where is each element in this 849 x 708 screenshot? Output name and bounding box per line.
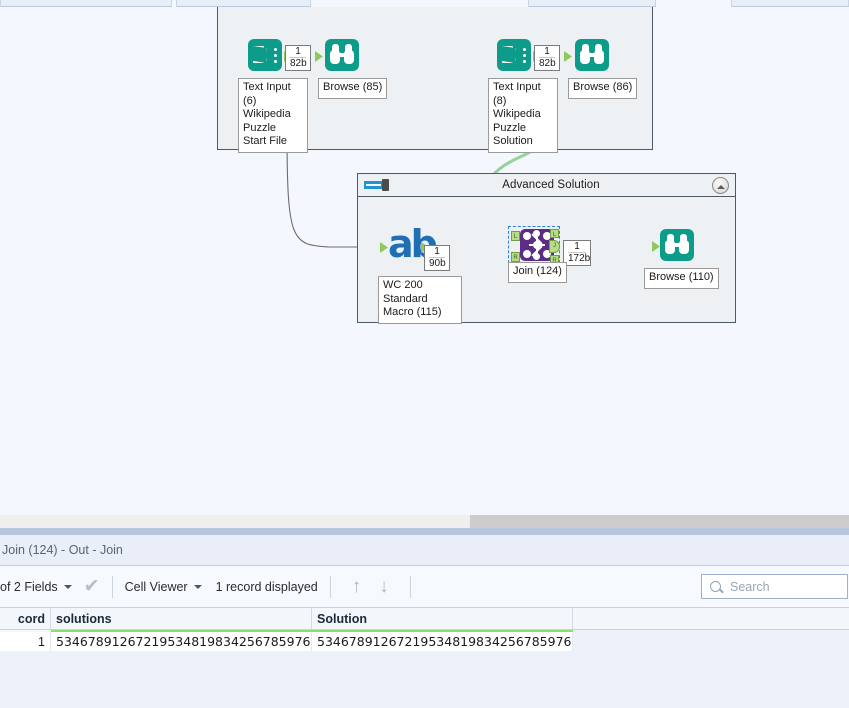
container-icon xyxy=(364,179,390,191)
record-size: 82b xyxy=(539,58,556,69)
tab-stub-1[interactable] xyxy=(0,0,172,7)
table-row[interactable]: 1 53467891267219534819834256785976142342… xyxy=(0,632,849,651)
collapse-chevron-up-icon[interactable] xyxy=(712,176,729,194)
browse-icon xyxy=(575,39,611,73)
node-browse-110[interactable] xyxy=(660,229,696,263)
results-title-text: Join (124) - Out - Join xyxy=(2,543,123,557)
text-input-icon xyxy=(497,39,533,73)
browse-icon xyxy=(325,39,361,73)
tab-stub-2[interactable] xyxy=(176,0,311,7)
tab-stub-4[interactable] xyxy=(731,0,849,7)
pane-splitter[interactable] xyxy=(0,528,849,535)
cell-viewer-label: Cell Viewer xyxy=(124,579,188,594)
tab-stub-3[interactable] xyxy=(528,0,656,7)
fields-label: of 2 Fields xyxy=(0,579,58,594)
record-size: 172b xyxy=(568,253,591,264)
cell-solutions[interactable]: 53467891267219534819834256785976142342 6… xyxy=(51,632,312,651)
node-text-input-6[interactable] xyxy=(248,39,292,73)
apply-check-icon[interactable]: ✔ xyxy=(84,577,100,596)
node-label-wc-200-standard-macro-115: WC 200 Standard Macro (115) xyxy=(378,276,462,324)
workflow-canvas[interactable]: 1 82b Text Input (6) Wikipedia Puzzle St… xyxy=(0,7,849,515)
scroll-up-arrow-icon[interactable]: ↑ xyxy=(352,577,362,596)
node-browse-85[interactable] xyxy=(325,39,361,73)
connection-badge-macro-115[interactable]: 1 90b xyxy=(424,245,450,271)
record-count: 1 xyxy=(429,246,445,258)
grid-header-row: cord solutions Solution xyxy=(0,608,849,630)
connection-badge-join-124[interactable]: 1 172b xyxy=(563,240,591,266)
join-out-join-anchor[interactable]: J xyxy=(549,240,560,253)
scrollbar-thumb[interactable] xyxy=(0,515,470,528)
connection-badge-text-input-6[interactable]: 1 82b xyxy=(285,45,311,71)
cell-viewer-selector[interactable]: Cell Viewer xyxy=(125,580,202,594)
toolbar-divider xyxy=(111,575,113,598)
column-header-solution[interactable]: Solution xyxy=(312,608,573,629)
chevron-down-icon[interactable] xyxy=(63,584,72,589)
column-header-filler xyxy=(573,608,849,629)
node-browse-86[interactable] xyxy=(575,39,611,73)
text-input-icon xyxy=(248,39,284,73)
results-grid[interactable]: cord solutions Solution 1 53467891267219… xyxy=(0,608,849,708)
fields-selector[interactable]: of 2 Fields xyxy=(0,580,72,594)
record-count: 1 xyxy=(290,46,306,58)
search-box[interactable] xyxy=(701,574,848,599)
results-pane: Join (124) - Out - Join of 2 Fields ✔ Ce… xyxy=(0,535,849,708)
record-status-label: 1 record displayed xyxy=(215,579,318,594)
cell-filler xyxy=(573,632,849,651)
record-count: 1 xyxy=(568,241,586,253)
record-count: 1 xyxy=(539,46,555,58)
join-left-input-anchor[interactable]: L xyxy=(511,231,520,241)
cell-record: 1 xyxy=(0,632,51,651)
node-text-input-8[interactable] xyxy=(497,39,541,73)
record-size: 90b xyxy=(429,258,446,269)
container-header[interactable]: Advanced Solution xyxy=(358,174,735,197)
column-header-record[interactable]: cord xyxy=(0,608,51,629)
node-label-browse-110: Browse (110) xyxy=(644,268,719,289)
node-label-browse-86: Browse (86) xyxy=(568,78,638,99)
node-wc-200-standard-macro-115[interactable]: ab xyxy=(388,225,438,263)
chevron-down-icon[interactable] xyxy=(193,584,202,589)
toolbar-divider xyxy=(409,575,411,598)
search-input[interactable] xyxy=(728,578,828,595)
container-title: Advanced Solution xyxy=(502,179,600,191)
node-label-text-input-6: Text Input (6) Wikipedia Puzzle Start Fi… xyxy=(238,78,308,153)
scrollbar-track[interactable] xyxy=(470,515,849,528)
grid-empty-area xyxy=(0,651,849,708)
column-header-solutions[interactable]: solutions xyxy=(51,608,312,629)
join-out-left-anchor[interactable]: L xyxy=(550,229,559,238)
toolbar-divider xyxy=(329,575,331,598)
cell-solution[interactable]: 53467891267219534819834256785976142342 6… xyxy=(312,632,573,651)
search-icon xyxy=(710,581,721,592)
canvas-horizontal-scrollbar[interactable] xyxy=(0,515,849,528)
alteryx-workflow-window: 1 82b Text Input (6) Wikipedia Puzzle St… xyxy=(0,0,849,708)
node-label-text-input-8: Text Input (8) Wikipedia Puzzle Solution xyxy=(488,78,558,153)
record-size: 82b xyxy=(290,58,307,69)
node-label-join-124: Join (124) xyxy=(508,262,567,283)
results-toolbar: of 2 Fields ✔ Cell Viewer 1 record displ… xyxy=(0,566,849,608)
scroll-down-arrow-icon[interactable]: ↓ xyxy=(379,577,389,596)
connection-badge-text-input-8[interactable]: 1 82b xyxy=(534,45,560,71)
results-title-bar: Join (124) - Out - Join xyxy=(0,535,849,566)
node-label-browse-85: Browse (85) xyxy=(318,78,388,99)
browse-icon xyxy=(660,229,696,263)
join-right-input-anchor[interactable]: R xyxy=(511,252,520,262)
